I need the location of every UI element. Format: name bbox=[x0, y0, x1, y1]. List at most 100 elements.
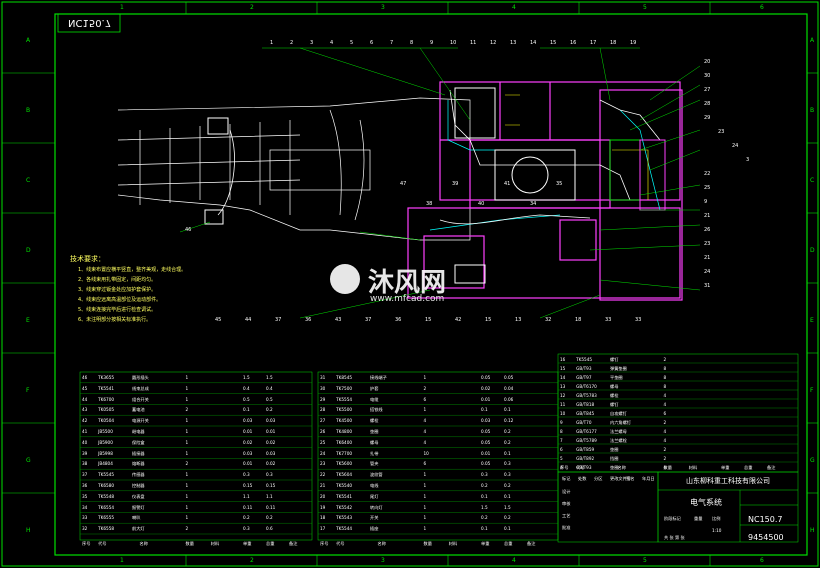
bom-cell: 0.01 bbox=[243, 429, 253, 434]
zone-row-left: C bbox=[26, 177, 31, 184]
bom-cell: 0.01 bbox=[266, 429, 276, 434]
bom-cell: 0.1 bbox=[504, 407, 511, 413]
bom-cell: TK0504 bbox=[98, 418, 115, 424]
bom-cell: 4 bbox=[423, 418, 427, 424]
bom-cell: GB/T818 bbox=[576, 402, 595, 407]
bom-cell: GB/T859 bbox=[576, 447, 595, 452]
bom-cell: TK0505 bbox=[98, 407, 115, 413]
callout-number: 3 bbox=[746, 157, 750, 163]
callout-number: 23 bbox=[704, 241, 711, 247]
bom-cell: GB/T6170 bbox=[576, 384, 597, 389]
callout-number: 21 bbox=[704, 213, 711, 219]
title-block-stage: 阶段标记 bbox=[664, 516, 681, 521]
bom-header-cell: 数量 bbox=[423, 541, 432, 546]
bom-header-cell: 总重 bbox=[744, 465, 753, 470]
title-block-scale: 比例 bbox=[712, 516, 721, 521]
callout-number: 46 bbox=[185, 227, 192, 233]
bom-grid bbox=[79, 353, 799, 543]
bom-cell: 2 bbox=[663, 447, 667, 452]
bom-cell: 0.11 bbox=[266, 504, 276, 510]
title-block-label: 处数 bbox=[578, 476, 587, 481]
callout-number: 27 bbox=[704, 87, 711, 93]
bom-cell: 1 bbox=[423, 493, 427, 499]
callout-number: 7 bbox=[390, 40, 394, 46]
title-block-label: 签名 bbox=[626, 476, 635, 481]
bom-header-cell: 名称 bbox=[377, 541, 386, 546]
bom-cell: 35 bbox=[82, 493, 88, 499]
callout-number: 29 bbox=[704, 115, 711, 121]
bom-cell: 42 bbox=[82, 418, 88, 424]
bom-cell: 44 bbox=[82, 396, 88, 402]
bom-cell: 0.2 bbox=[243, 515, 250, 521]
bom-header-cell: 总重 bbox=[504, 541, 513, 546]
bom-cell: 38 bbox=[82, 461, 88, 467]
bom-cell: 4 bbox=[663, 402, 667, 407]
watermark-logo-icon bbox=[330, 264, 360, 294]
bom-cell: 0.1 bbox=[481, 526, 488, 532]
callout-number: 4 bbox=[330, 40, 334, 46]
callout-number: 19 bbox=[630, 40, 637, 46]
bom-cell: TK4500 bbox=[336, 418, 353, 424]
bom-cell: 43 bbox=[82, 407, 88, 413]
bom-cell: 0.15 bbox=[243, 483, 253, 488]
bom-cell: 29 bbox=[320, 396, 326, 402]
bom-cell: TK5500 bbox=[336, 407, 353, 413]
bom-cell: 13 bbox=[560, 384, 566, 389]
bom-cell: 1 bbox=[185, 375, 189, 380]
bom-cell: 0.3 bbox=[504, 461, 511, 467]
bom-cell: 14 bbox=[560, 375, 566, 380]
callout-number: 16 bbox=[570, 40, 577, 46]
bom-cell: 34 bbox=[82, 504, 88, 510]
bom-cell: 27 bbox=[320, 418, 326, 424]
bom-cell: 41 bbox=[82, 429, 88, 434]
bom-cell: 1.1 bbox=[243, 493, 250, 499]
bom-cell: 26 bbox=[320, 429, 326, 434]
bom-cell: 熔断器 bbox=[132, 461, 145, 467]
bom-cell: 23 bbox=[320, 461, 326, 467]
tech-heading: 技术要求： bbox=[70, 255, 105, 263]
bom-cell: TK6558 bbox=[98, 526, 115, 532]
bom-cell: GB/T892 bbox=[576, 456, 595, 461]
scale-value: 1:10 bbox=[712, 528, 722, 533]
zone-row-right: E bbox=[810, 317, 814, 324]
bom-cell: 0.05 bbox=[504, 375, 514, 380]
zone-row-left: B bbox=[26, 107, 31, 114]
bom-cell: 24 bbox=[320, 450, 326, 456]
bom-cell: GB/T70 bbox=[576, 420, 592, 425]
bom-cell: 2 bbox=[185, 526, 189, 532]
bom-cell: 8 bbox=[560, 429, 563, 434]
bom-cell: 0.02 bbox=[243, 439, 253, 445]
bom-cell: 尾灯 bbox=[370, 493, 379, 499]
zone-row-right: H bbox=[810, 527, 815, 534]
drawing-model: NC150.7 bbox=[748, 515, 783, 524]
bom-header-cell: 单重 bbox=[721, 465, 730, 470]
bom-cell: JB5500 bbox=[98, 429, 113, 434]
bom-cell: 1 bbox=[185, 504, 189, 510]
bom-cell: 1 bbox=[423, 483, 427, 488]
bom-cell: 1 bbox=[423, 407, 427, 413]
zone-col-bottom: 1 bbox=[120, 557, 124, 564]
bom-cell: TK6700 bbox=[98, 396, 115, 402]
bom-cell: 18 bbox=[320, 515, 326, 521]
bom-cell: 蓄电池 bbox=[132, 407, 145, 413]
bom-cell: 0.2 bbox=[504, 439, 511, 445]
bom-cell: 9 bbox=[560, 420, 563, 425]
bom-cell: 0.3 bbox=[481, 472, 488, 478]
bom-cell: TK5543 bbox=[336, 515, 353, 521]
bom-cell: 33 bbox=[82, 515, 88, 521]
drawing-code: 9454500 bbox=[748, 533, 784, 542]
bom-cell: TK3655 bbox=[98, 375, 115, 380]
bom-cell: 波纹管 bbox=[370, 472, 383, 478]
sheet-info: 共 张 第 张 bbox=[664, 535, 685, 540]
zone-col-bottom: 2 bbox=[250, 557, 254, 564]
title-block-role: 工艺 bbox=[562, 513, 571, 518]
bom-header-cell: 备注 bbox=[767, 465, 776, 470]
bom-cell: GB/T93 bbox=[576, 366, 592, 371]
bom-cell: 螺钉 bbox=[610, 402, 619, 407]
bom-cell: 0.3 bbox=[266, 472, 273, 478]
bom-cell: 报警灯 bbox=[132, 504, 145, 510]
callout-number: 8 bbox=[410, 40, 414, 46]
bom-cell: 0.05 bbox=[481, 429, 491, 434]
bom-cell: 0.4 bbox=[266, 385, 273, 391]
bom-cell: TK5554 bbox=[336, 396, 353, 402]
